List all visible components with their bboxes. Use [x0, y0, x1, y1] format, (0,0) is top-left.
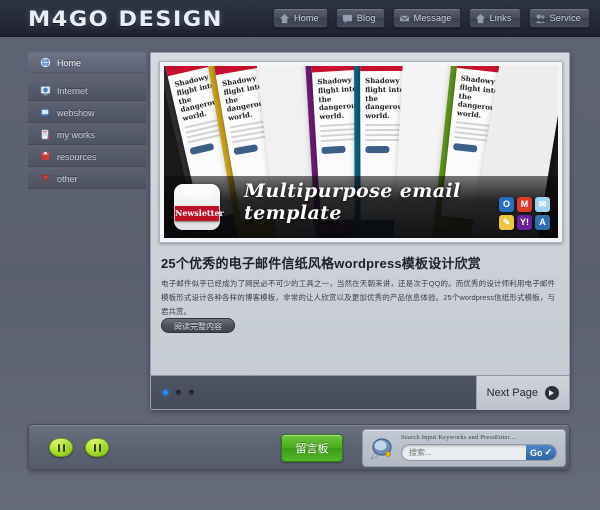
nav-item-service[interactable]: Service — [528, 8, 590, 28]
sidebar-item-webshow[interactable]: webshow — [28, 102, 146, 123]
pager-dots — [163, 390, 194, 395]
pager-dot-1[interactable] — [163, 390, 168, 395]
search-go-button[interactable]: Go ✓ — [526, 445, 556, 460]
sidebar-menu: Home Internet webshow my works resources othe… — [28, 52, 155, 190]
speech-bubble-icon — [342, 14, 352, 24]
aol-icon: A — [535, 215, 550, 230]
pause-bean-icon-2[interactable] — [85, 438, 109, 457]
yahoo-icon: Y! — [517, 215, 532, 230]
circle-arrow-right-icon — [545, 386, 559, 400]
page-root: M4GO DESIGN Home Blog Message Links Service … — [0, 0, 600, 510]
pager-dot-3[interactable] — [189, 390, 194, 395]
notes-icon: ✎ — [499, 215, 514, 230]
go-label: Go — [529, 447, 543, 458]
sidebar-item-label: other — [57, 173, 78, 184]
house-icon — [475, 13, 485, 23]
nav-item-message[interactable]: Message — [392, 8, 461, 28]
house-icon — [279, 13, 290, 23]
my-works-icon — [41, 129, 51, 140]
search-hint-label: Search Input Keyworks and PressEnter.... — [401, 434, 517, 441]
sidebar-item-my-works[interactable]: my works — [28, 124, 146, 145]
other-icon — [40, 175, 51, 184]
newsletter-app-icon: Newsletter — [174, 184, 224, 230]
slider-frame: Shadowy flight into the dangerous world.… — [159, 61, 563, 243]
home-globe-icon — [40, 57, 51, 68]
resources-icon — [41, 151, 50, 161]
top-navigation: Home Blog Message Links Service — [273, 8, 590, 28]
read-more-button[interactable]: 阅读完整内容 — [161, 318, 235, 333]
card-button — [321, 145, 346, 154]
slider-pager: Next Page — [151, 375, 569, 410]
pager-dot-2[interactable] — [176, 390, 181, 395]
post-title: 25个优秀的电子邮件信纸风格wordpress模板设计欣赏 — [161, 256, 482, 271]
nav-item-links[interactable]: Links — [468, 8, 521, 28]
slider-image[interactable]: Shadowy flight into the dangerous world.… — [164, 66, 558, 238]
magnifier-icon — [369, 438, 392, 461]
sidebar-item-label: Home — [57, 57, 82, 68]
webshow-icon — [40, 108, 51, 117]
nav-item-home[interactable]: Home — [273, 8, 328, 28]
mail-app-icon: ✉ — [535, 197, 550, 212]
sidebar-item-label: my works — [57, 129, 95, 140]
sidebar-item-label: webshow — [57, 107, 95, 118]
sidebar-item-home[interactable]: Home — [28, 52, 155, 73]
next-page-button[interactable]: Next Page — [475, 376, 569, 410]
newsletter-badge-label: Newsletter — [175, 206, 224, 221]
sidebar-item-internet[interactable]: Internet — [28, 80, 146, 101]
site-logo: M4GO DESIGN — [28, 7, 223, 31]
card-button — [233, 143, 259, 155]
card-button — [452, 142, 478, 153]
pause-bean-icon-1[interactable] — [49, 438, 73, 457]
nav-item-label: Links — [489, 13, 512, 23]
people-icon — [535, 14, 545, 23]
nav-item-label: Blog — [356, 13, 376, 23]
envelope-icon — [399, 15, 409, 21]
nav-item-label: Service — [549, 13, 581, 23]
internet-icon — [40, 86, 51, 96]
mail-client-icons: O M ✉ ✎ Y! A — [499, 197, 550, 230]
outlook-icon: O — [499, 197, 514, 212]
sidebar-item-label: Internet — [57, 85, 88, 96]
search-input[interactable] — [402, 445, 526, 460]
search-panel: Search Input Keyworks and PressEnter....… — [362, 429, 566, 467]
post-excerpt: 电子邮件似乎已经成为了网民必不可少的工具之一，当然在天朝来讲，还是次于QQ的。而… — [161, 279, 555, 316]
nav-item-blog[interactable]: Blog — [335, 8, 385, 28]
sidebar-item-label: resources — [57, 151, 97, 162]
footer-bar: 留言板 Search Input Keyworks and PressEnter… — [28, 424, 570, 470]
message-board-button[interactable]: 留言板 — [281, 434, 343, 462]
card-button — [189, 142, 215, 155]
card-button — [365, 145, 390, 153]
site-header: M4GO DESIGN Home Blog Message Links Service — [0, 0, 600, 37]
nav-item-label: Home — [294, 13, 319, 23]
gmail-icon: M — [517, 197, 532, 212]
check-icon: ✓ — [544, 447, 553, 457]
next-page-label: Next Page — [486, 387, 538, 399]
sidebar-item-other[interactable]: other — [28, 168, 146, 189]
sidebar-item-resources[interactable]: resources — [28, 146, 146, 167]
nav-item-label: Message — [413, 13, 452, 23]
search-box: Go ✓ — [401, 444, 557, 461]
main-content-panel: Shadowy flight into the dangerous world.… — [150, 52, 570, 410]
